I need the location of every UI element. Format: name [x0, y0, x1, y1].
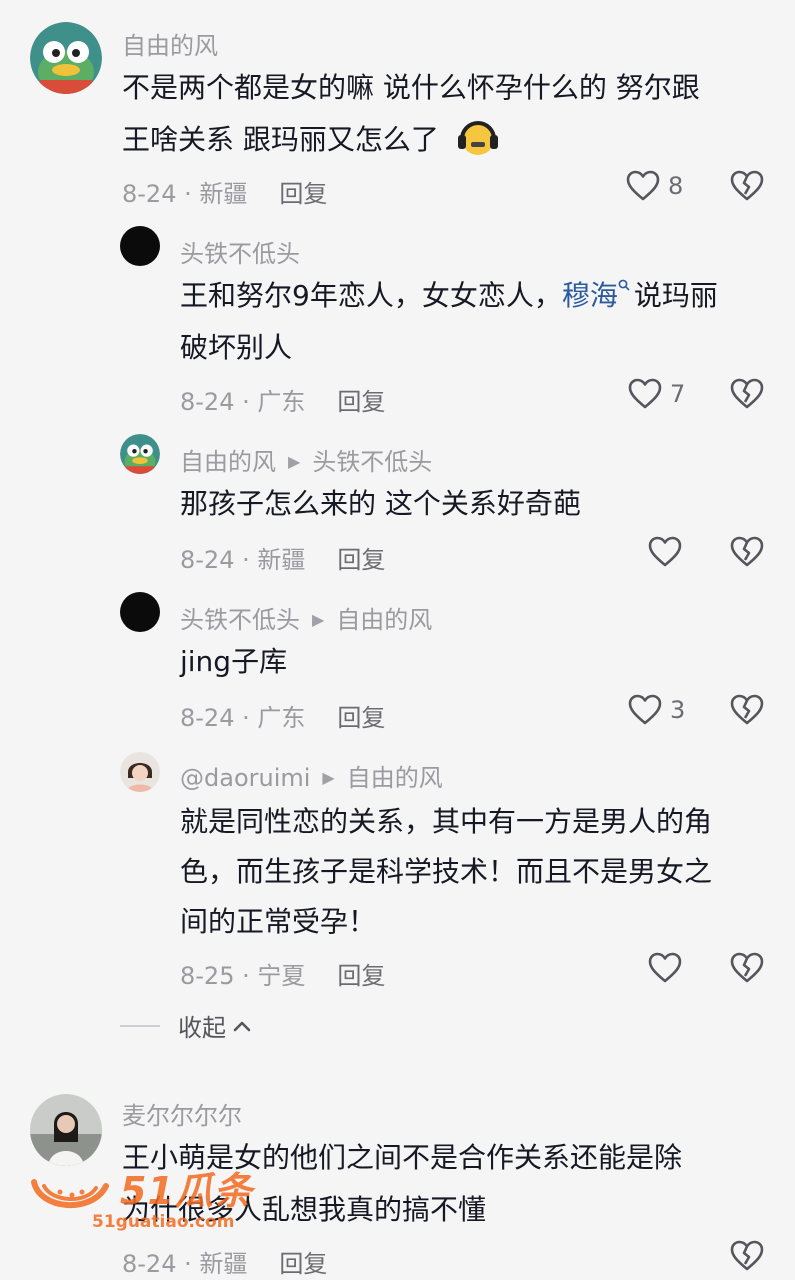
comment-username[interactable]: 头铁不低头 — [180, 234, 300, 269]
broken-heart-icon — [730, 952, 764, 983]
comment-text-line: 破坏别人 — [180, 331, 293, 364]
comment-username[interactable]: 麦尔尔尔尔 — [122, 1096, 242, 1131]
avatar[interactable] — [120, 592, 160, 632]
comment-text-line: 间的正常受孕！ — [180, 905, 377, 938]
like-button[interactable]: 3 — [628, 694, 685, 726]
collapse-label: 收起 — [178, 1014, 226, 1042]
comment-meta: 8-24 · 新疆 回复 — [122, 174, 327, 209]
comment-username[interactable]: 头铁不低头 — [180, 606, 300, 634]
broken-heart-icon — [730, 170, 764, 201]
reply-arrow-icon: ▶ — [312, 610, 325, 629]
comment-text-line: 王和努尔9年恋人，女女恋人，穆海 说玛丽 — [180, 270, 718, 322]
dislike-button[interactable] — [730, 1240, 764, 1272]
comment-text: 王啥关系 跟玛丽又怎么了 — [122, 123, 439, 156]
comment-username-line: @daoruimi ▶ 自由的风 — [180, 758, 443, 793]
dislike-button[interactable] — [730, 170, 764, 202]
search-icon — [618, 279, 630, 291]
comment-meta: 8-25 · 宁夏 回复 — [180, 956, 385, 991]
comment-meta: 8-24 · 新疆 回复 — [122, 1244, 327, 1279]
avatar[interactable] — [30, 22, 102, 94]
heart-icon — [626, 170, 660, 201]
comment-date-location: 8-24 · 广东 — [180, 388, 306, 416]
broken-heart-icon — [730, 378, 764, 409]
comment-date-location: 8-24 · 新疆 — [122, 1250, 248, 1278]
reply-arrow-icon: ▶ — [288, 452, 301, 471]
dislike-button[interactable] — [730, 536, 764, 568]
chevron-up-icon — [233, 1021, 251, 1031]
comment-username-line: 自由的风 ▶ 头铁不低头 — [180, 442, 432, 477]
broken-heart-icon — [730, 1240, 764, 1271]
reply-button[interactable]: 回复 — [337, 962, 385, 990]
dislike-button[interactable] — [730, 378, 764, 410]
comment-text-line: 王啥关系 跟玛丽又怎么了 — [122, 114, 500, 174]
watermark-logo: 51瓜条 51guatiao.com — [30, 1160, 270, 1240]
heart-icon — [628, 694, 662, 725]
broken-heart-icon — [730, 536, 764, 567]
comment-text-line: 那孩子怎么来的 这个关系好奇葩 — [180, 487, 581, 520]
user-photo-avatar-icon — [120, 752, 160, 792]
mention-link[interactable]: 穆海 — [562, 279, 634, 312]
broken-heart-icon — [730, 694, 764, 725]
comment-date-location: 8-24 · 新疆 — [122, 180, 248, 208]
comment-date-location: 8-24 · 广东 — [180, 704, 306, 732]
frog-avatar-icon — [30, 22, 102, 94]
heart-icon — [648, 952, 682, 983]
comment-text: 说玛丽 — [633, 279, 718, 312]
avatar[interactable] — [120, 434, 160, 474]
comment-username[interactable]: 自由的风 — [122, 26, 218, 61]
reply-arrow-icon: ▶ — [322, 768, 335, 787]
watermark-brand: 51瓜条 — [120, 1169, 253, 1213]
comment-meta: 8-24 · 新疆 回复 — [180, 540, 385, 575]
comment-date-location: 8-25 · 宁夏 — [180, 962, 306, 990]
collapse-replies-button[interactable]: 收起 — [120, 1008, 252, 1043]
divider — [120, 1024, 160, 1027]
dislike-button[interactable] — [730, 952, 764, 984]
comment-date-location: 8-24 · 新疆 — [180, 546, 306, 574]
reply-button[interactable]: 回复 — [279, 1250, 327, 1278]
emoji-headphone-face-icon — [456, 117, 500, 174]
mention-text: 穆海 — [561, 279, 618, 312]
reply-button[interactable]: 回复 — [337, 546, 385, 574]
reply-button[interactable]: 回复 — [279, 180, 327, 208]
reply-to-username[interactable]: 自由的风 — [347, 764, 443, 792]
comment-text-line: jing子库 — [180, 645, 288, 678]
comment-text-line: 就是同性恋的关系，其中有一方是男人的角 — [180, 805, 713, 838]
like-count: 8 — [668, 172, 684, 200]
comment-username-line: 头铁不低头 ▶ 自由的风 — [180, 600, 432, 635]
like-button[interactable]: 8 — [626, 170, 683, 202]
reply-button[interactable]: 回复 — [337, 388, 385, 416]
reply-to-username[interactable]: 头铁不低头 — [312, 448, 432, 476]
comment-username[interactable]: 自由的风 — [180, 448, 276, 476]
avatar[interactable] — [30, 1094, 102, 1166]
comment-text-line: 色，而生孩子是科学技术！而且不是男女之 — [180, 855, 713, 888]
avatar[interactable] — [120, 752, 160, 792]
comment-username[interactable]: @daoruimi — [180, 764, 310, 792]
comment-text: 王和努尔9年恋人，女女恋人， — [180, 279, 562, 312]
comment-meta: 8-24 · 广东 回复 — [180, 698, 385, 733]
user-photo-avatar-icon — [30, 1094, 102, 1166]
like-count: 7 — [670, 380, 686, 408]
like-button[interactable]: 7 — [628, 378, 685, 410]
heart-icon — [648, 536, 682, 567]
watermark-url: 51guatiao.com — [92, 1212, 235, 1232]
frog-avatar-icon — [120, 434, 160, 474]
reply-to-username[interactable]: 自由的风 — [336, 606, 432, 634]
like-button[interactable] — [648, 536, 682, 568]
comment-text-line: 不是两个都是女的嘛 说什么怀孕什么的 努尔跟 — [122, 71, 700, 104]
avatar[interactable] — [120, 226, 160, 266]
heart-icon — [628, 378, 662, 409]
like-count: 3 — [670, 696, 686, 724]
dislike-button[interactable] — [730, 694, 764, 726]
comment-meta: 8-24 · 广东 回复 — [180, 382, 385, 417]
like-button[interactable] — [648, 952, 682, 984]
reply-button[interactable]: 回复 — [337, 704, 385, 732]
